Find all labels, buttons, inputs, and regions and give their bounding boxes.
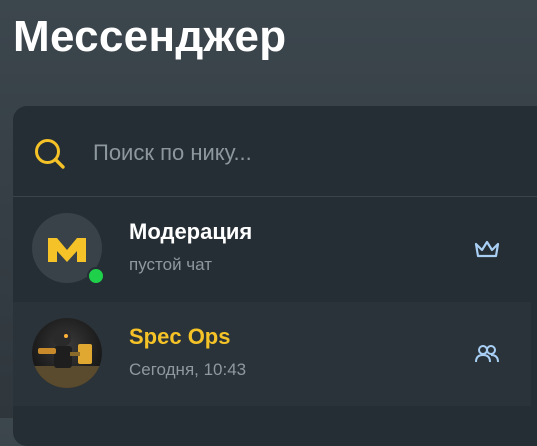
avatar-wrapper <box>32 213 105 285</box>
chat-list-panel: Модерация пустой чат <box>13 106 537 446</box>
page-title: Мессенджер <box>13 12 287 61</box>
chat-item-moderation[interactable]: Модерация пустой чат <box>13 197 531 301</box>
chat-last-message-time: Сегодня, 10:43 <box>129 360 247 379</box>
search-icon[interactable] <box>33 137 67 171</box>
chat-item-spec-ops[interactable]: Spec Ops Сегодня, 10:43 <box>13 302 531 406</box>
spec-ops-avatar <box>32 318 102 388</box>
online-status-dot <box>87 267 105 285</box>
avatar <box>32 318 102 388</box>
search-bar <box>13 106 537 197</box>
chat-name: Модерация <box>129 219 253 244</box>
search-input[interactable] <box>93 134 513 172</box>
chat-last-message: пустой чат <box>129 255 213 274</box>
chat-name: Spec Ops <box>129 324 231 349</box>
group-icon <box>475 345 499 363</box>
crown-icon <box>474 240 500 258</box>
